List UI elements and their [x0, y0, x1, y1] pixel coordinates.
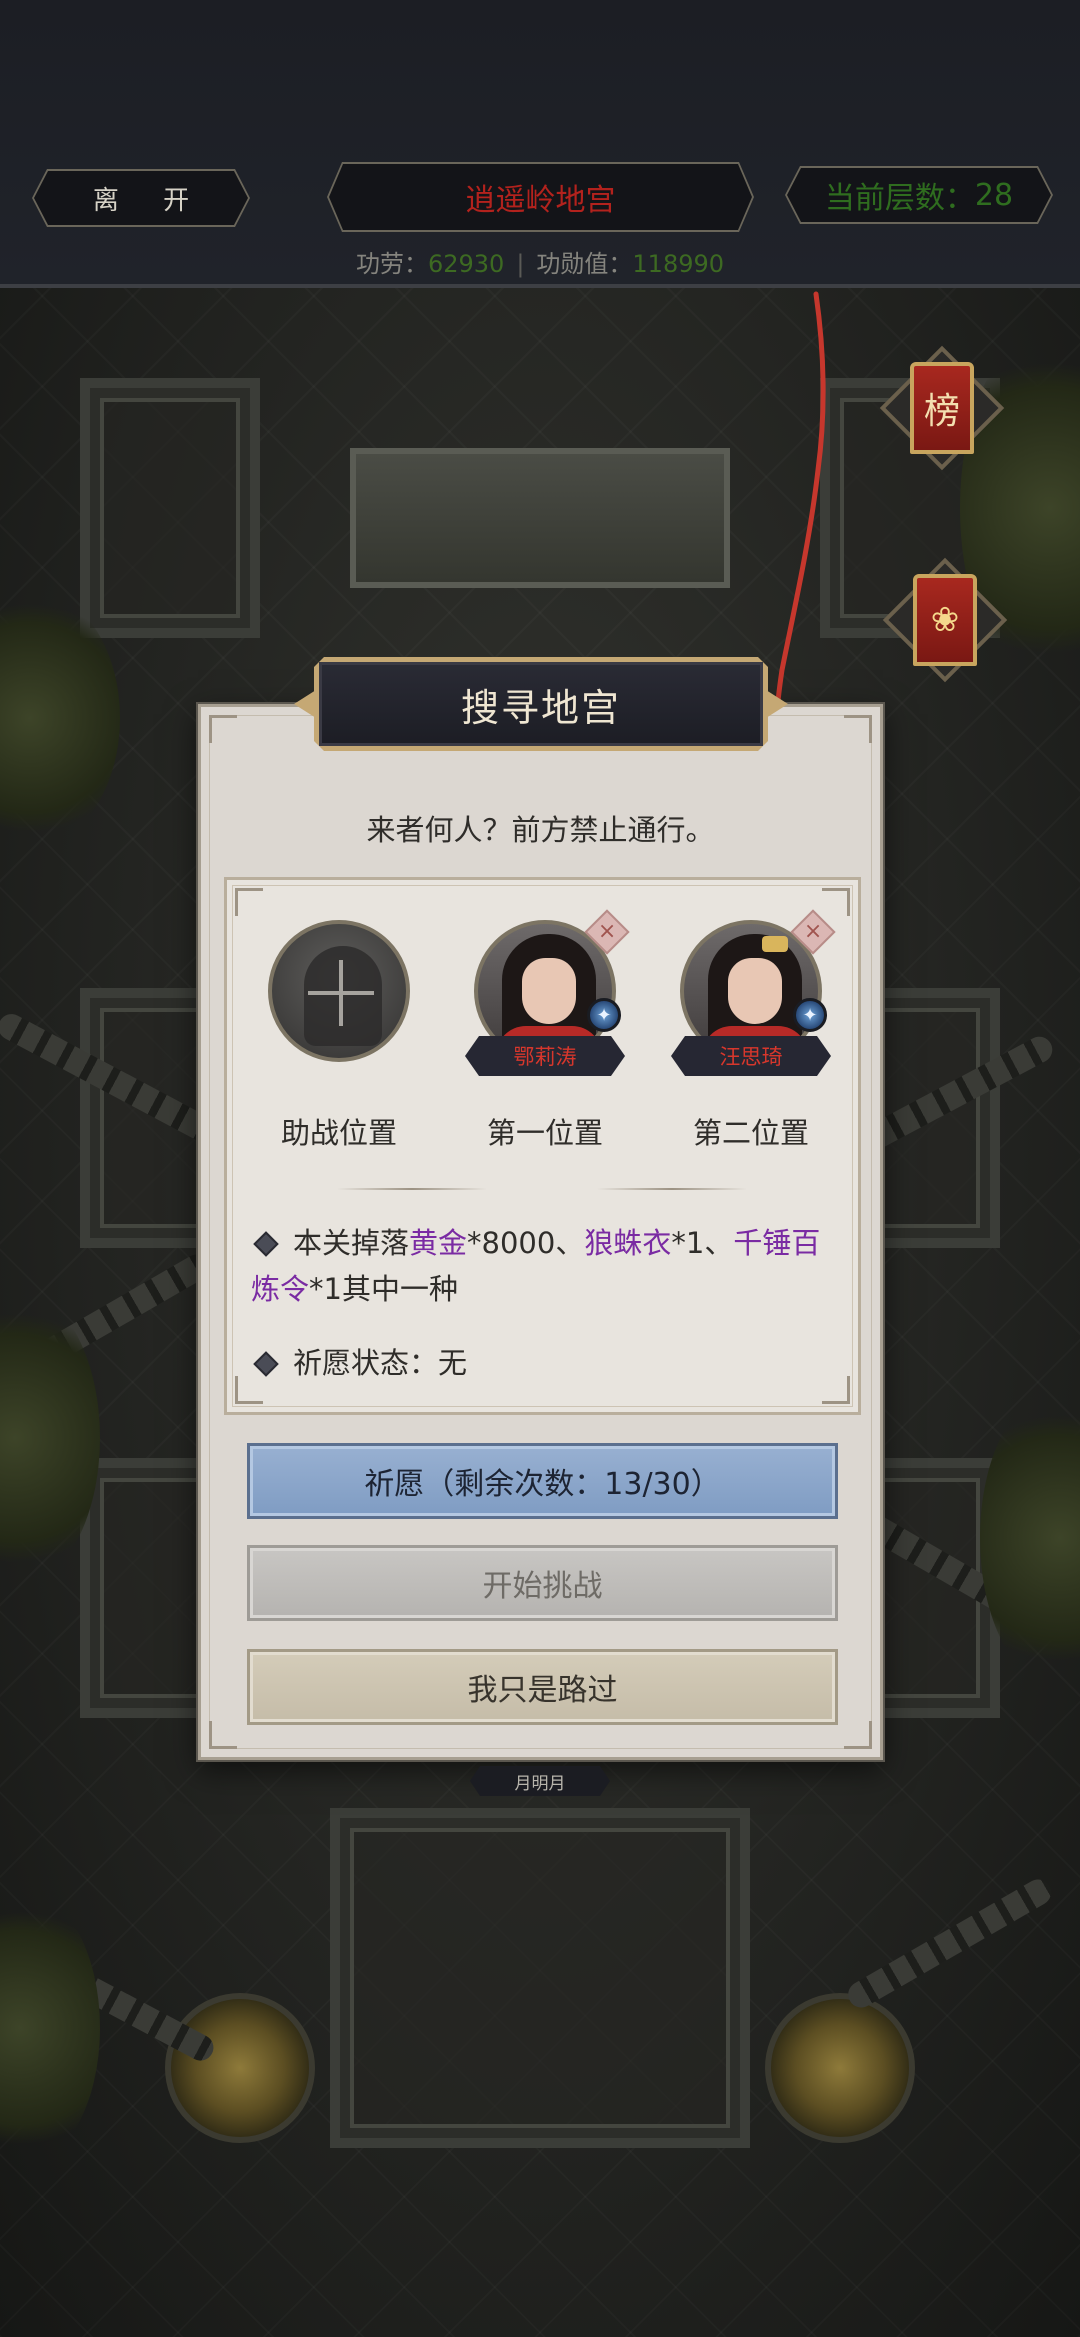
brazier-left	[165, 1993, 315, 2143]
start-challenge-label: 开始挑战	[482, 1569, 603, 1604]
wish-status: 祈愿状态：无	[251, 1340, 831, 1386]
corner-ornament	[844, 715, 872, 743]
corner-ornament	[822, 888, 850, 916]
diamond-bullet-icon	[253, 1230, 279, 1257]
weapon-badge-icon: ✦	[587, 998, 621, 1032]
drop-info: 本关掉落黄金*8000、狼蛛衣*1、千锤百炼令*1其中一种	[251, 1226, 821, 1306]
dungeon-gate	[350, 448, 730, 588]
wish-status-value: 无	[438, 1346, 468, 1380]
dungeon-title: 逍遥岭地宫	[465, 183, 616, 218]
silhouette-icon	[304, 946, 382, 1046]
stats-separator: |	[516, 250, 525, 278]
merit-label: 功劳：	[355, 250, 428, 278]
brazier-right	[765, 1993, 915, 2143]
honor-label: 功勋值：	[536, 250, 633, 278]
dungeon-title-plate: 逍遥岭地宫	[327, 162, 754, 232]
merit-value: 62930	[427, 250, 505, 278]
dialog-message: 来者何人？前方禁止通行。	[366, 813, 715, 847]
dialog-title: 搜寻地宫	[460, 685, 621, 730]
foliage	[0, 1888, 100, 2168]
floor-label: 当前层数：	[824, 181, 975, 216]
start-challenge-button[interactable]: 开始挑战	[247, 1545, 838, 1621]
wish-status-label: 祈愿状态：	[293, 1346, 439, 1380]
lotus-glyph: ❀	[930, 600, 960, 640]
corner-ornament	[209, 1721, 237, 1749]
leave-button-label: 离 开	[92, 185, 208, 216]
honor-value: 118990	[632, 250, 725, 278]
top-bar: 离 开 逍遥岭地宫 当前层数： 28 功劳：62930 | 功勋值：118990	[0, 0, 1080, 288]
blessing-button[interactable]: ❀	[875, 550, 1015, 690]
hero-name: 鄂莉涛	[513, 1045, 577, 1069]
ranking-icon: 榜	[910, 362, 974, 454]
stats-line: 功劳：62930 | 功勋值：118990	[0, 244, 1080, 279]
hero-name: 汪思琦	[719, 1045, 783, 1069]
map-tag: 月明月	[470, 1766, 610, 1796]
corner-ornament	[209, 715, 237, 743]
just-passing-button[interactable]: 我只是路过	[247, 1649, 838, 1725]
divider	[597, 1188, 747, 1190]
weapon-badge-icon: ✦	[793, 998, 827, 1032]
search-dungeon-dialog: 来者何人？前方禁止通行。 助战位置 × ✦ 鄂莉涛 第一位置 × ✦ 汪思琦 第…	[198, 704, 883, 1760]
lotus-icon: ❀	[913, 574, 977, 666]
floor-tile	[330, 1808, 750, 2148]
ranking-button[interactable]: 榜	[872, 338, 1012, 478]
just-passing-label: 我只是路过	[467, 1673, 618, 1708]
dialog-title-plate: 搜寻地宫	[314, 657, 768, 751]
floor-counter: 当前层数： 28	[785, 166, 1053, 224]
assist-slot[interactable]: 助战位置	[259, 920, 419, 1152]
first-slot[interactable]: × ✦ 鄂莉涛 第一位置	[465, 909, 630, 1152]
ranking-glyph: 榜	[923, 391, 960, 432]
second-slot[interactable]: × ✦ 汪思琦 第二位置	[671, 909, 836, 1152]
close-icon: ×	[803, 919, 823, 944]
wish-button[interactable]: 祈愿（剩余次数：13/30）	[247, 1443, 838, 1519]
team-panel: 助战位置 × ✦ 鄂莉涛 第一位置 × ✦ 汪思琦 第二位置 本关掉落黄金*80…	[224, 877, 861, 1415]
slot-label-second: 第二位置	[692, 1116, 809, 1150]
drop-item[interactable]: 黄金	[409, 1226, 467, 1260]
add-assist-portrait[interactable]	[268, 920, 410, 1062]
diamond-bullet-icon	[253, 1350, 279, 1377]
floor-value: 28	[974, 177, 1014, 213]
floor-tile	[80, 378, 260, 638]
drop-item[interactable]: 狼蛛衣	[584, 1226, 671, 1260]
wish-button-label: 祈愿（剩余次数：13/30）	[364, 1467, 721, 1502]
leave-button[interactable]: 离 开	[32, 169, 250, 227]
hero-name-plate: 鄂莉涛	[465, 1036, 625, 1076]
corner-ornament	[235, 888, 263, 916]
close-icon: ×	[597, 919, 617, 944]
slot-label-assist: 助战位置	[280, 1116, 397, 1150]
hero-name-plate: 汪思琦	[671, 1036, 831, 1076]
chain	[843, 1874, 1056, 2013]
corner-ornament	[844, 1721, 872, 1749]
slot-label-first: 第一位置	[486, 1116, 603, 1150]
divider	[337, 1188, 487, 1190]
